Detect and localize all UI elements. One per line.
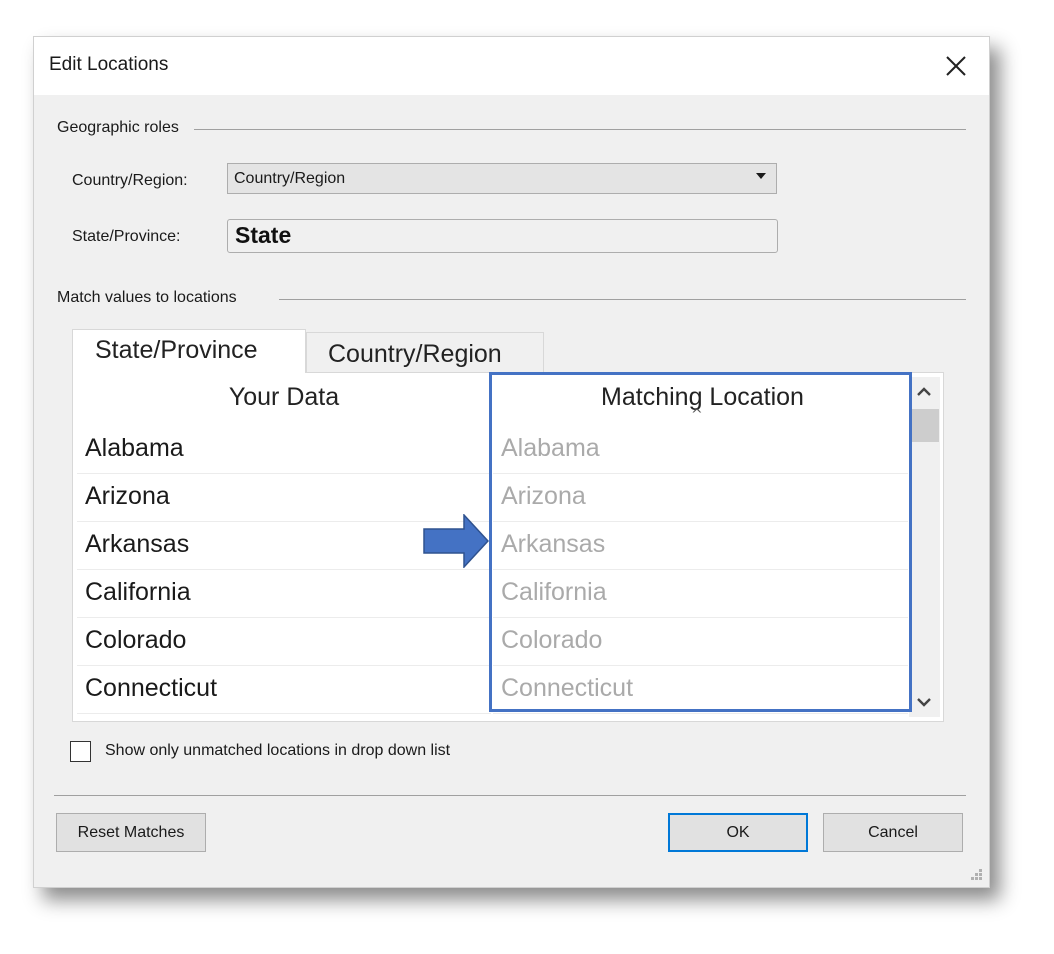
your-data-cell: Colorado [85, 626, 187, 654]
matching-location-cell[interactable]: Arizona [493, 474, 908, 522]
table-row: Colorado [77, 618, 491, 666]
state-province-label: State/Province: [72, 228, 181, 245]
tab-country-region[interactable]: Country/Region [306, 332, 544, 374]
close-button[interactable] [941, 51, 971, 81]
tab-label: State/Province [95, 336, 258, 364]
your-data-cell: California [85, 578, 191, 606]
group-divider [194, 129, 966, 130]
match-values-heading: Match values to locations [57, 289, 240, 307]
scroll-down-button[interactable] [913, 691, 935, 713]
scroll-thumb[interactable] [912, 409, 939, 442]
chevron-up-icon [917, 387, 931, 396]
matching-location-text: Colorado [501, 626, 603, 654]
matching-location-cell[interactable]: California [493, 570, 908, 618]
footer-divider [54, 795, 966, 796]
country-region-label: Country/Region: [72, 172, 188, 189]
your-data-cell: Arizona [85, 482, 170, 510]
edit-locations-dialog: Edit Locations Geographic roles Country/… [33, 36, 990, 888]
matching-location-cell[interactable]: Alabama [493, 426, 908, 474]
your-data-cell: Connecticut [85, 674, 218, 702]
right-arrow-annotation-icon [423, 514, 489, 568]
dialog-title: Edit Locations [49, 54, 169, 75]
group-divider [279, 299, 966, 300]
unmatched-only-checkbox[interactable] [70, 741, 91, 762]
cancel-button[interactable]: Cancel [823, 813, 963, 852]
table-row: Connecticut [77, 666, 491, 714]
ok-button[interactable]: OK [668, 813, 808, 852]
title-bar: Edit Locations [34, 37, 989, 95]
tab-state-province[interactable]: State/Province [72, 329, 306, 373]
match-table: Your Data Matching Location Alabama Ariz… [72, 372, 944, 722]
resize-grip-icon[interactable] [969, 867, 983, 881]
column-header-your-data[interactable]: Your Data [77, 383, 491, 412]
state-province-value: State [235, 222, 292, 248]
geographic-roles-heading: Geographic roles [57, 119, 182, 137]
matching-location-text: Arkansas [501, 530, 606, 558]
matching-location-cell[interactable]: Connecticut [493, 666, 908, 714]
matching-location-cell[interactable]: Arkansas [493, 522, 908, 570]
tab-label: Country/Region [328, 340, 502, 368]
table-row: California [77, 570, 491, 618]
matching-location-text: Arizona [501, 482, 586, 510]
matching-location-text: Alabama [501, 434, 600, 462]
matching-location-cell[interactable]: Colorado [493, 618, 908, 666]
reset-matches-button[interactable]: Reset Matches [56, 813, 206, 852]
table-row: Alabama [77, 426, 491, 474]
your-data-cell: Alabama [85, 434, 184, 462]
country-region-select[interactable]: Country/Region [227, 163, 777, 194]
your-data-cell: Arkansas [85, 530, 190, 558]
your-data-column: Alabama Arizona Arkansas California Colo… [77, 426, 491, 714]
scroll-up-button[interactable] [913, 381, 935, 403]
vertical-scrollbar[interactable] [909, 377, 940, 717]
sort-ascending-icon: ^ [691, 407, 703, 423]
dropdown-arrow-icon [756, 173, 766, 179]
matching-location-text: California [501, 578, 607, 606]
matching-location-text: Connecticut [501, 674, 634, 702]
country-region-value: Country/Region [234, 170, 346, 187]
close-icon [946, 56, 966, 76]
unmatched-only-label[interactable]: Show only unmatched locations in drop do… [105, 742, 450, 760]
chevron-down-icon [917, 698, 931, 707]
matching-location-column: Alabama Arizona Arkansas California Colo… [493, 426, 908, 714]
state-province-field[interactable]: State [227, 219, 778, 253]
